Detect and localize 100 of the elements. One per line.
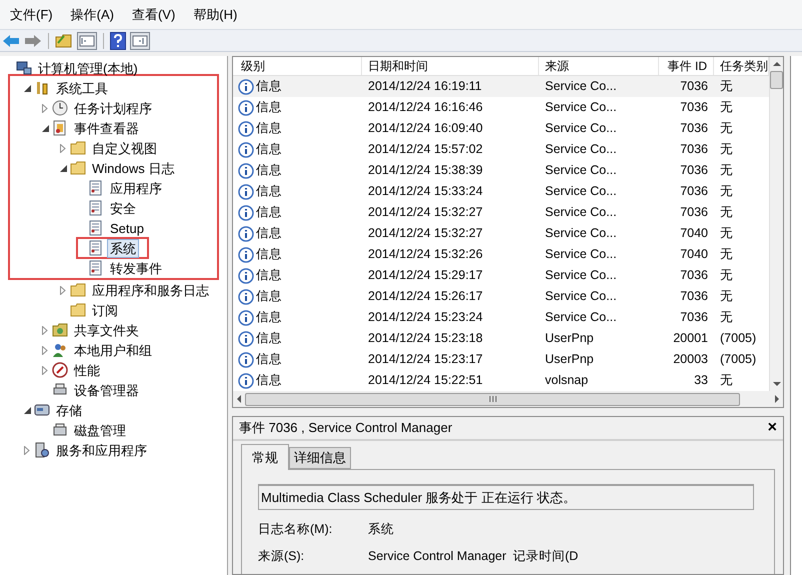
tree-item[interactable]: 系统 [107, 238, 139, 258]
table-cell-text: Service Co... [545, 288, 617, 306]
tab[interactable]: 详细信息 [289, 447, 351, 469]
table-cell-text: 信息 [256, 309, 282, 326]
table-cell-text: 无 [720, 372, 733, 390]
expanded-triangle-icon[interactable] [60, 164, 66, 172]
right-arrow-icon[interactable] [773, 395, 781, 403]
table-cell-text: 2014/12/24 15:23:18 [368, 330, 483, 348]
menu-item[interactable]: 文件(F) [8, 4, 55, 24]
collapsed-triangle-icon[interactable] [42, 366, 48, 374]
action-pane-icon[interactable] [130, 32, 150, 50]
tree-item[interactable]: 任务计划程序 [71, 98, 155, 118]
table-cell-text: 信息 [256, 351, 282, 368]
collapsed-triangle-icon[interactable] [42, 326, 48, 334]
table-cell-text: 7036 [680, 78, 708, 96]
tree-item[interactable]: 共享文件夹 [71, 320, 142, 340]
table-cell-text: (7005) [720, 330, 756, 348]
tree-item[interactable]: 订阅 [89, 300, 121, 320]
table-cell-text: 信息 [256, 204, 282, 222]
storage-drive-icon [34, 402, 50, 418]
shared-folder-icon [52, 322, 68, 338]
back-arrow-icon[interactable] [2, 34, 20, 48]
info-icon [238, 330, 254, 346]
table-cell-text: Service Co... [545, 204, 617, 222]
menu-item[interactable]: 操作(A) [68, 4, 116, 24]
tree-item[interactable]: 自定义视图 [89, 138, 160, 158]
tree-item[interactable]: 系统工具 [53, 78, 111, 98]
scrollbar-thumb[interactable] [245, 392, 740, 406]
table-cell-text: 7040 [680, 225, 708, 242]
tree-item[interactable]: 本地用户和组 [71, 340, 155, 360]
scrollbar-thumb[interactable] [770, 71, 783, 89]
table-cell-text: 2014/12/24 15:26:17 [368, 288, 483, 306]
left-arrow-icon[interactable] [235, 395, 243, 403]
collapsed-triangle-icon[interactable] [24, 446, 30, 454]
column-header[interactable]: 来源 [539, 57, 659, 75]
users-icon [52, 342, 68, 358]
computer-icon [16, 60, 32, 76]
info-icon [238, 184, 254, 200]
help-icon[interactable] [110, 32, 126, 50]
collapsed-triangle-icon[interactable] [60, 144, 66, 152]
table-cell-text: 信息 [256, 141, 282, 158]
table-cell-text: 2014/12/24 15:23:17 [368, 351, 483, 368]
tree-item[interactable]: 服务和应用程序 [53, 440, 150, 460]
tree-item[interactable]: 应用程序和服务日志 [89, 280, 212, 300]
table-cell-text: 信息 [256, 288, 282, 306]
tree-item[interactable]: Windows 日志 [89, 158, 178, 178]
column-header[interactable]: 日期和时间 [362, 57, 539, 75]
folder-icon [70, 302, 86, 318]
table-cell-text: 无 [720, 162, 733, 180]
tree-item[interactable]: 设备管理器 [71, 380, 142, 400]
collapsed-triangle-icon[interactable] [42, 104, 48, 112]
table-cell-text: Service Co... [545, 183, 617, 200]
tree-item[interactable]: 计算机管理(本地) [35, 58, 141, 78]
info-icon [238, 142, 254, 158]
table-cell-text: 7036 [680, 288, 708, 306]
table-cell-text: 2014/12/24 15:57:02 [368, 141, 483, 158]
collapsed-triangle-icon[interactable] [60, 286, 66, 294]
horizontal-scrollbar[interactable] [233, 391, 783, 407]
table-cell-text: Service Co... [545, 246, 617, 264]
info-icon [238, 352, 254, 368]
tree-item[interactable]: 性能 [71, 360, 103, 380]
info-icon [238, 100, 254, 116]
table-cell-text: 2014/12/24 15:38:39 [368, 162, 483, 180]
info-icon [238, 246, 254, 262]
table-cell-text: 2014/12/24 16:16:46 [368, 99, 483, 116]
tree-item[interactable]: 事件查看器 [71, 118, 142, 138]
tree-item[interactable]: 磁盘管理 [71, 420, 129, 440]
folder-icon[interactable] [55, 32, 73, 48]
column-header[interactable]: 事件 ID [659, 57, 714, 75]
table-cell-text: 信息 [256, 183, 282, 200]
expanded-triangle-icon[interactable] [24, 406, 30, 414]
tree-item[interactable]: 安全 [107, 198, 139, 218]
tree-item[interactable]: 存储 [53, 400, 85, 420]
table-cell-text: 信息 [256, 267, 282, 284]
expanded-triangle-icon[interactable] [24, 84, 30, 92]
tab[interactable]: 常规 [241, 444, 289, 470]
tree-item[interactable]: 应用程序 [107, 178, 165, 198]
tree-item[interactable]: Setup [107, 218, 147, 238]
column-header[interactable]: 级别 [233, 57, 362, 75]
menu-item[interactable]: 查看(V) [130, 4, 178, 24]
table-cell-text: 7036 [680, 267, 708, 284]
table-cell-text: 无 [720, 141, 733, 158]
tree-item[interactable]: 转发事件 [107, 258, 165, 278]
table-cell-text: 20003 [673, 351, 708, 368]
table-cell-text: 无 [720, 120, 733, 138]
console-tree-icon[interactable] [77, 32, 97, 50]
table-cell-text: 信息 [256, 78, 282, 96]
folder-icon [70, 140, 86, 156]
close-button[interactable]: × [768, 420, 777, 436]
expanded-triangle-icon[interactable] [42, 124, 48, 132]
collapsed-triangle-icon[interactable] [42, 346, 48, 354]
table-cell-text: 33 [694, 372, 708, 390]
forward-arrow-icon[interactable] [24, 34, 42, 48]
vertical-scrollbar[interactable] [769, 57, 783, 391]
table-cell-text: (7005) [720, 351, 756, 368]
log-document-icon [88, 200, 104, 216]
table-cell-text: 信息 [256, 330, 282, 348]
menu-item[interactable]: 帮助(H) [191, 4, 240, 24]
table-cell-text: 2014/12/24 15:32:27 [368, 225, 483, 242]
grip-icon [488, 396, 496, 402]
